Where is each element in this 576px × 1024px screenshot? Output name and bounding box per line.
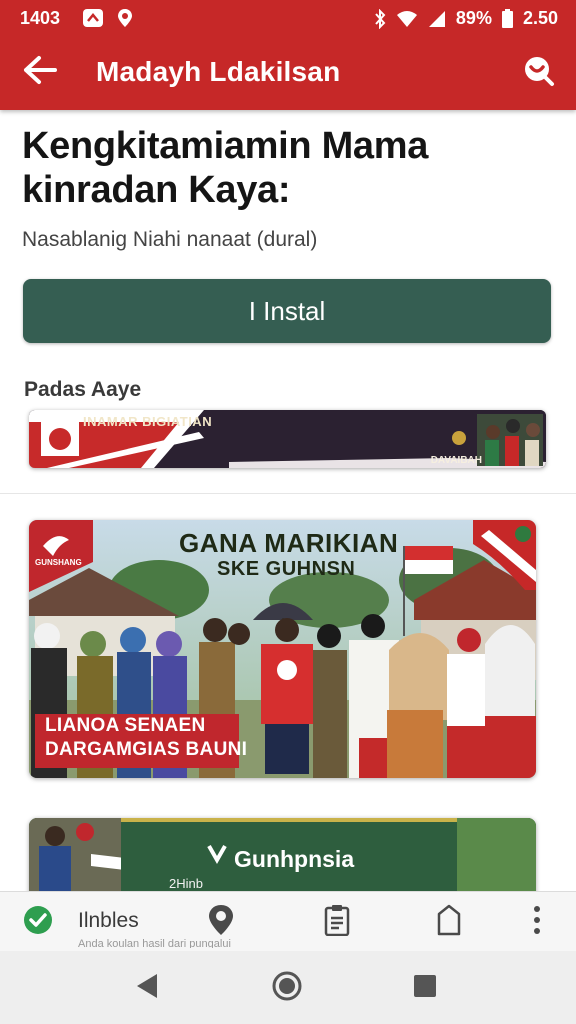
nav-home-button[interactable] (270, 971, 304, 1005)
bottom-toolbar: Ilnbles Anda koulan hasil dari pungalui (0, 891, 576, 951)
banner-2-brand: GUNSHANG (35, 558, 82, 567)
app-subtitle: Nasablanig Niahi nanaat (dural) (22, 228, 318, 251)
banner-2-caption: LIANOA SENAEN DARGAMGIAS BAUNI (35, 714, 248, 768)
app-name-heading: Kengkitamiamin Mama kinradan Kaya: (22, 125, 429, 211)
app-header: 1403 89% 2.50 Madayh Ldakilsan (0, 0, 576, 110)
banner-1-caption: DAVAIBAH (430, 455, 482, 466)
install-button[interactable]: I Instal (23, 279, 551, 343)
app-bar: Madayh Ldakilsan (0, 36, 576, 110)
location-button[interactable] (204, 904, 238, 940)
check-circle-icon (23, 905, 53, 940)
square-recents-icon (413, 974, 437, 1003)
promo-banner-3[interactable]: Gunhpnsia 2Hinb (29, 818, 536, 898)
banner-1-text: INAMAR BIGIATIAN (83, 414, 213, 429)
status-bar: 1403 89% 2.50 (0, 0, 576, 36)
banner-2-caption-line-2: DARGAMGIAS BAUNI (45, 739, 248, 760)
location-pin-icon (207, 904, 235, 941)
bookmark-button[interactable] (432, 904, 466, 940)
nav-back-button[interactable] (130, 971, 164, 1005)
verified-button[interactable] (22, 904, 54, 940)
bluetooth-icon (374, 8, 386, 29)
clipboard-icon (323, 904, 351, 941)
search-button[interactable] (516, 50, 560, 94)
notification-icon (82, 8, 103, 28)
circle-home-icon (271, 970, 303, 1007)
back-button[interactable] (18, 50, 62, 94)
status-time: 1403 (20, 8, 61, 28)
promo-banner-1[interactable]: INAMAR BIGIATIAN DAVAIBAH (29, 410, 546, 468)
banner-3-sub: 2Hinb (169, 876, 203, 891)
location-notification-icon (116, 8, 136, 28)
status-right-group: 89% 2.50 (374, 8, 558, 29)
more-vert-icon (533, 905, 541, 940)
system-navigation-bar (0, 951, 576, 1024)
section-divider (0, 493, 576, 494)
banner-2-subtitle: SKE GUHNSN (217, 558, 356, 580)
promo-banner-2[interactable]: GANA MARIKIAN SKE GUHNSN GUNSHANG LIANOA… (29, 520, 536, 778)
banner-3-label: Gunhpnsia (234, 846, 355, 872)
more-options-button[interactable] (524, 904, 550, 940)
battery-icon (501, 9, 513, 28)
arrow-left-icon (23, 55, 57, 90)
banner-2-title: GANA MARIKIAN (179, 528, 399, 558)
battery-percent: 89% (455, 8, 492, 28)
app-bar-title: Madayh Ldakilsan (96, 56, 341, 87)
banner-2-caption-line-1: LIANOA SENAEN (45, 715, 206, 736)
bookmark-icon (435, 904, 463, 941)
nav-recents-button[interactable] (408, 971, 442, 1005)
wifi-icon (396, 10, 418, 28)
triangle-back-icon (135, 973, 159, 1004)
toolbar-label[interactable]: Ilnbles (78, 909, 139, 933)
clipboard-button[interactable] (320, 904, 354, 940)
clock: 2.50 (522, 8, 558, 28)
signal-icon (428, 10, 446, 28)
section-label: Padas Aaye (24, 378, 142, 401)
search-icon (521, 53, 555, 92)
